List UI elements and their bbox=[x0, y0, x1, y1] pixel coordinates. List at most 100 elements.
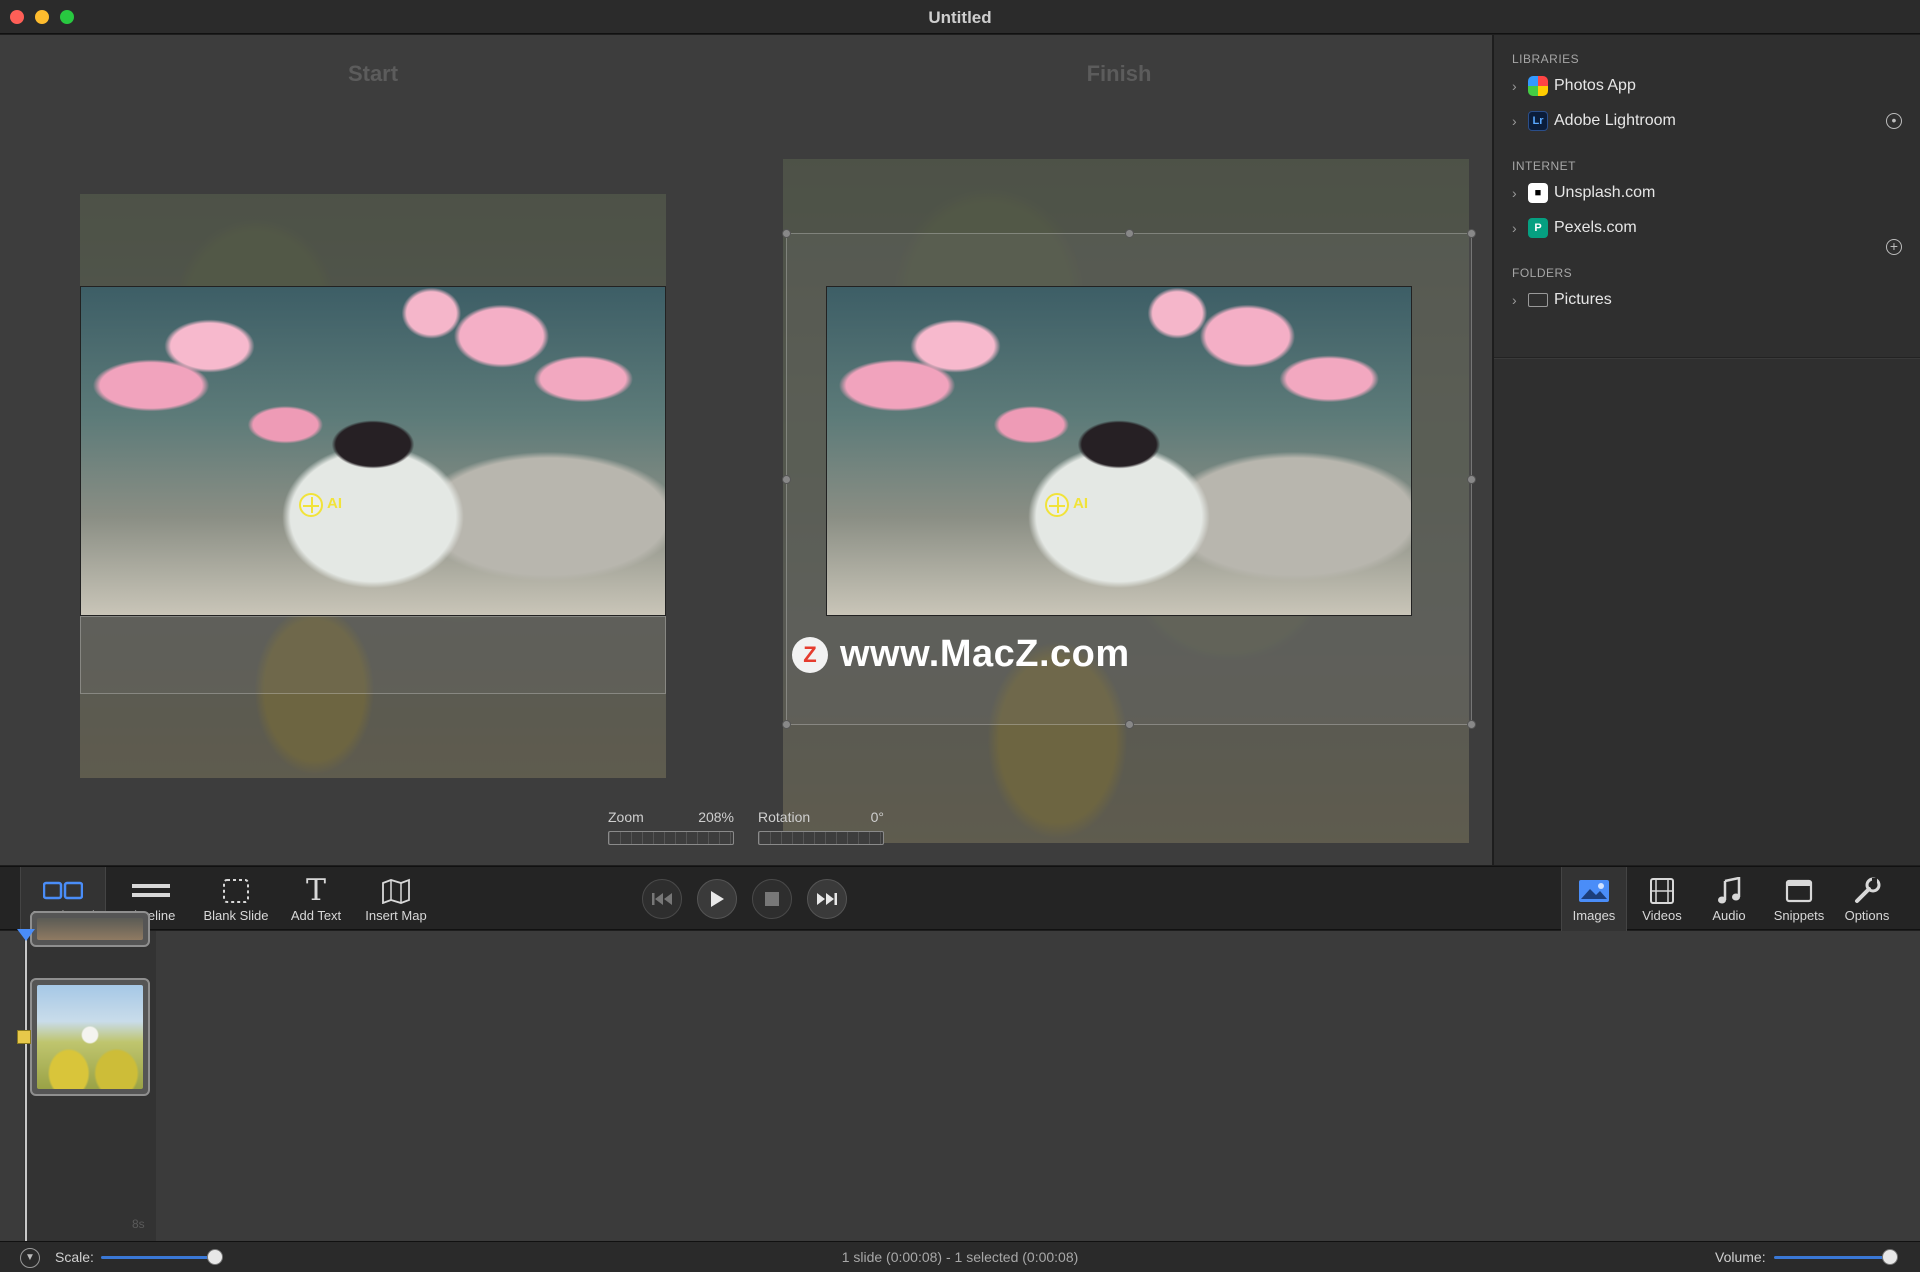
library-item-photos[interactable]: › Photos App bbox=[1512, 72, 1902, 100]
toolbar-label: Images bbox=[1572, 907, 1616, 923]
zoom-control: Zoom 208% bbox=[608, 809, 734, 845]
rotation-value: 0° bbox=[870, 809, 884, 825]
focus-point-label: AI bbox=[327, 495, 342, 512]
finish-frame-image[interactable]: AI bbox=[826, 286, 1412, 616]
internet-item-label: Pexels.com bbox=[1554, 219, 1637, 236]
slide-thumbnail[interactable] bbox=[30, 911, 150, 947]
snippets-button[interactable]: Snippets bbox=[1764, 867, 1834, 931]
toolbar-label: Snippets bbox=[1773, 907, 1825, 923]
unsplash-icon: ■ bbox=[1528, 183, 1548, 203]
media-browser-sidebar: LIBRARIES › Photos App › Lr Adobe Lightr… bbox=[1493, 35, 1920, 865]
focus-point-icon[interactable] bbox=[299, 493, 323, 517]
account-icon[interactable]: • bbox=[1886, 113, 1902, 129]
library-item-label: Adobe Lightroom bbox=[1554, 112, 1676, 129]
timeline-icon bbox=[131, 876, 171, 906]
crop-handle-bl[interactable] bbox=[782, 720, 791, 729]
internet-item-pexels[interactable]: › P Pexels.com bbox=[1512, 214, 1902, 242]
pexels-icon: P bbox=[1528, 218, 1548, 238]
stop-button[interactable] bbox=[752, 879, 792, 919]
slide-duration: 8s bbox=[132, 1217, 145, 1231]
plus-circle-icon[interactable]: + bbox=[1886, 239, 1902, 255]
crop-handle-bottom[interactable] bbox=[1125, 720, 1134, 729]
options-icon bbox=[1853, 876, 1881, 906]
folder-icon bbox=[1528, 293, 1548, 307]
slide-thumbnail-image bbox=[37, 985, 143, 1089]
internet-item-label: Unsplash.com bbox=[1554, 184, 1656, 201]
playhead[interactable] bbox=[25, 931, 27, 1241]
crop-handle-top[interactable] bbox=[1125, 229, 1134, 238]
start-lower-region bbox=[80, 616, 666, 694]
skip-back-button[interactable] bbox=[642, 879, 682, 919]
images-icon bbox=[1578, 876, 1610, 906]
volume-slider[interactable] bbox=[1774, 1256, 1892, 1259]
chevron-right-icon[interactable]: › bbox=[1512, 292, 1528, 308]
toolbar-label: Videos bbox=[1642, 907, 1682, 923]
transition-marker-icon[interactable] bbox=[17, 1030, 31, 1044]
storyboard-icon bbox=[43, 876, 83, 906]
chevron-right-icon[interactable]: › bbox=[1512, 78, 1528, 94]
slide-thumbnail[interactable] bbox=[30, 978, 150, 1096]
add-text-icon: T bbox=[305, 873, 326, 908]
chevron-right-icon[interactable]: › bbox=[1512, 113, 1528, 129]
audio-button[interactable]: Audio bbox=[1700, 867, 1758, 931]
toolbar-label: Add Text bbox=[290, 907, 342, 923]
volume-label: Volume: bbox=[1715, 1249, 1766, 1265]
toolbar-label: Insert Map bbox=[365, 907, 427, 923]
add-folder-button[interactable]: + bbox=[1882, 237, 1902, 265]
play-button[interactable] bbox=[697, 879, 737, 919]
title-bar: Untitled bbox=[0, 0, 1920, 34]
skip-forward-button[interactable] bbox=[807, 879, 847, 919]
watermark: Z www.MacZ.com bbox=[792, 633, 1130, 676]
crop-handle-tr[interactable] bbox=[1467, 229, 1476, 238]
main-toolbar: Storyboard Timeline Blank Slide T Add Te… bbox=[0, 866, 1920, 931]
add-text-button[interactable]: T Add Text bbox=[284, 867, 348, 931]
zoom-slider[interactable] bbox=[608, 831, 734, 845]
rotation-label: Rotation bbox=[758, 809, 811, 825]
internet-item-unsplash[interactable]: › ■ Unsplash.com bbox=[1512, 179, 1902, 207]
start-pane-title: Start bbox=[347, 61, 399, 86]
videos-icon bbox=[1649, 876, 1675, 906]
editor-area: Start Finish AI AI Z www.MacZ.com Zoom 2… bbox=[0, 35, 1492, 865]
toolbar-label: Options bbox=[1844, 907, 1890, 923]
finish-pane-title: Finish bbox=[1086, 61, 1152, 86]
volume-slider-knob[interactable] bbox=[1882, 1249, 1898, 1265]
crop-handle-tl[interactable] bbox=[782, 229, 791, 238]
rotation-control: Rotation 0° bbox=[758, 809, 884, 845]
rotation-slider[interactable] bbox=[758, 831, 884, 845]
audio-icon bbox=[1716, 876, 1742, 906]
playhead-marker-icon[interactable] bbox=[17, 929, 35, 941]
folder-item-pictures[interactable]: › Pictures bbox=[1512, 286, 1902, 314]
lightroom-icon: Lr bbox=[1528, 111, 1548, 131]
start-frame-image[interactable]: AI bbox=[80, 286, 666, 616]
crop-handle-left[interactable] bbox=[782, 475, 791, 484]
zoom-value: 208% bbox=[698, 809, 734, 825]
crop-handle-right[interactable] bbox=[1467, 475, 1476, 484]
folders-heading: FOLDERS bbox=[1512, 266, 1573, 280]
videos-button[interactable]: Videos bbox=[1633, 867, 1691, 931]
folder-item-label: Pictures bbox=[1554, 291, 1612, 308]
sidebar-divider bbox=[1494, 357, 1920, 359]
window-title: Untitled bbox=[928, 8, 992, 27]
photos-app-icon bbox=[1528, 76, 1548, 96]
chevron-right-icon[interactable]: › bbox=[1512, 220, 1528, 236]
library-item-lightroom[interactable]: › Lr Adobe Lightroom • bbox=[1512, 107, 1902, 135]
options-button[interactable]: Options bbox=[1836, 867, 1898, 931]
images-button[interactable]: Images bbox=[1561, 867, 1627, 931]
insert-map-button[interactable]: Insert Map bbox=[356, 867, 436, 931]
skip-back-icon bbox=[652, 893, 672, 905]
library-item-label: Photos App bbox=[1554, 77, 1636, 94]
focus-point-label: AI bbox=[1073, 495, 1088, 512]
blank-slide-icon bbox=[222, 876, 250, 906]
watermark-text: www.MacZ.com bbox=[840, 633, 1130, 675]
snippets-icon bbox=[1785, 876, 1813, 906]
crop-handle-br[interactable] bbox=[1467, 720, 1476, 729]
storyboard-panel: 8s bbox=[0, 911, 1920, 1241]
stop-icon bbox=[765, 892, 779, 906]
blank-slide-button[interactable]: Blank Slide bbox=[196, 867, 276, 931]
chevron-right-icon[interactable]: › bbox=[1512, 185, 1528, 201]
skip-forward-icon bbox=[817, 893, 837, 905]
status-text: 1 slide (0:00:08) - 1 selected (0:00:08) bbox=[841, 1249, 1079, 1265]
focus-point-icon[interactable] bbox=[1045, 493, 1069, 517]
play-icon bbox=[711, 891, 724, 907]
slide-thumbnail-image bbox=[37, 918, 143, 940]
